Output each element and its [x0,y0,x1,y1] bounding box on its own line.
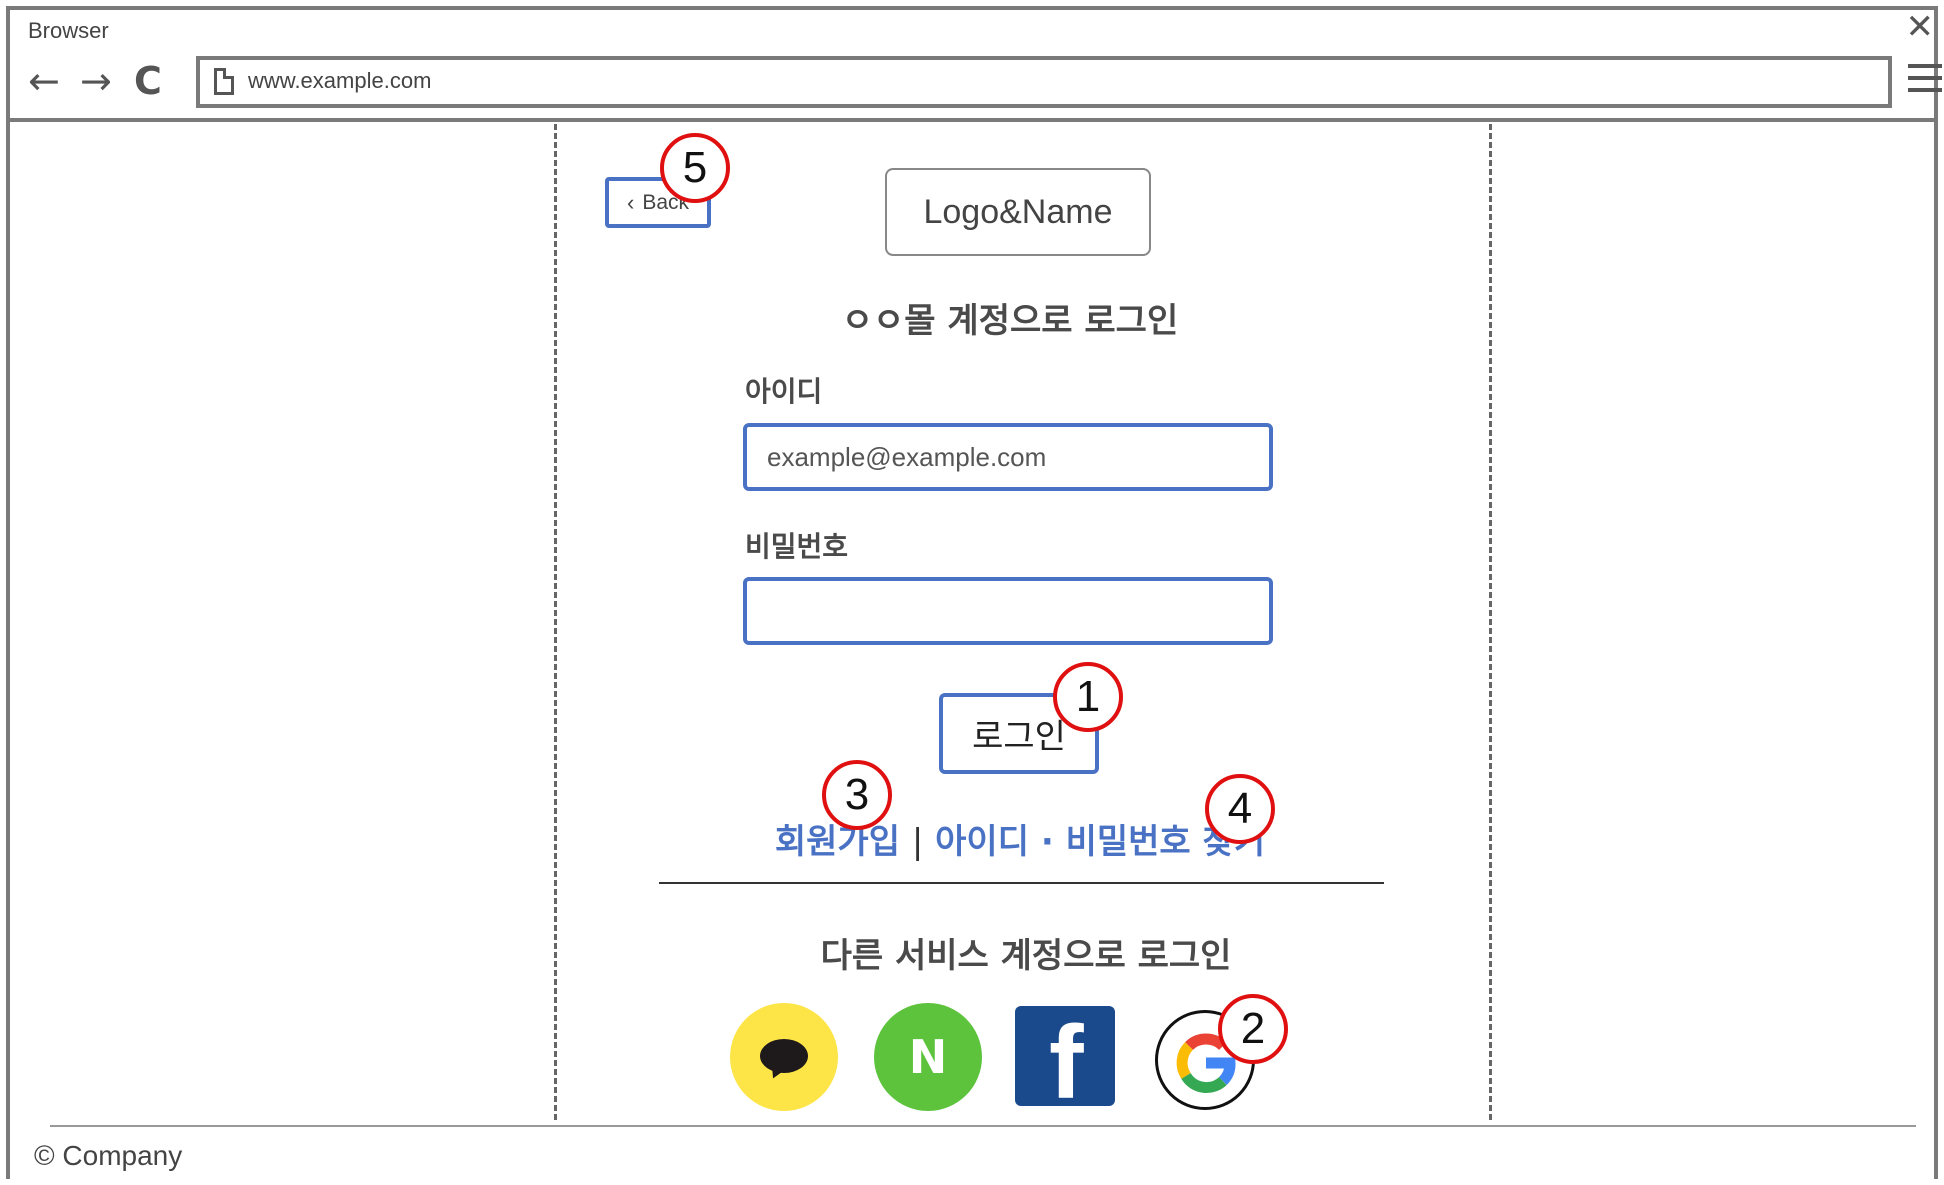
facebook-login-button[interactable]: f [1015,1006,1115,1106]
logo[interactable]: Logo&Name [885,168,1151,256]
login-title: ㅇㅇ몰 계정으로 로그인 [841,301,1179,341]
footer-divider [50,1125,1916,1127]
id-label: 아이디 [745,375,823,408]
address-bar[interactable]: www.example.com [196,56,1892,108]
account-links: 회원가입 | 아이디 · 비밀번호 찾기 [0,814,1944,863]
signup-link[interactable]: 회원가입 [775,822,900,862]
divider [659,882,1384,884]
menu-icon[interactable] [1908,64,1942,100]
annotation-marker-3: 3 [822,760,892,830]
annotation-marker-2: 2 [1218,994,1288,1064]
forward-arrow-icon[interactable]: → [80,62,112,100]
page-icon [214,68,234,95]
chrome-divider [6,118,1938,122]
annotation-marker-5: 5 [660,133,730,203]
reload-icon[interactable]: C [134,62,162,100]
chevron-left-icon: ‹ [626,189,635,215]
annotation-marker-4: 4 [1205,774,1275,844]
password-label: 비밀번호 [745,530,849,563]
naver-login-button[interactable]: N [874,1003,982,1111]
password-input[interactable] [743,577,1273,645]
footer-copyright: © Company [34,1140,183,1171]
id-input[interactable] [743,423,1273,491]
close-icon[interactable]: ✕ [1906,10,1935,44]
kakao-login-button[interactable] [730,1003,838,1111]
facebook-icon: f [1049,1006,1084,1106]
url-text[interactable]: www.example.com [248,68,431,94]
annotation-marker-1: 1 [1053,662,1123,732]
link-separator: | [911,822,924,862]
browser-title: Browser [28,18,109,43]
other-login-title: 다른 서비스 계정으로 로그인 [820,936,1232,976]
back-arrow-icon[interactable]: ← [28,62,60,100]
